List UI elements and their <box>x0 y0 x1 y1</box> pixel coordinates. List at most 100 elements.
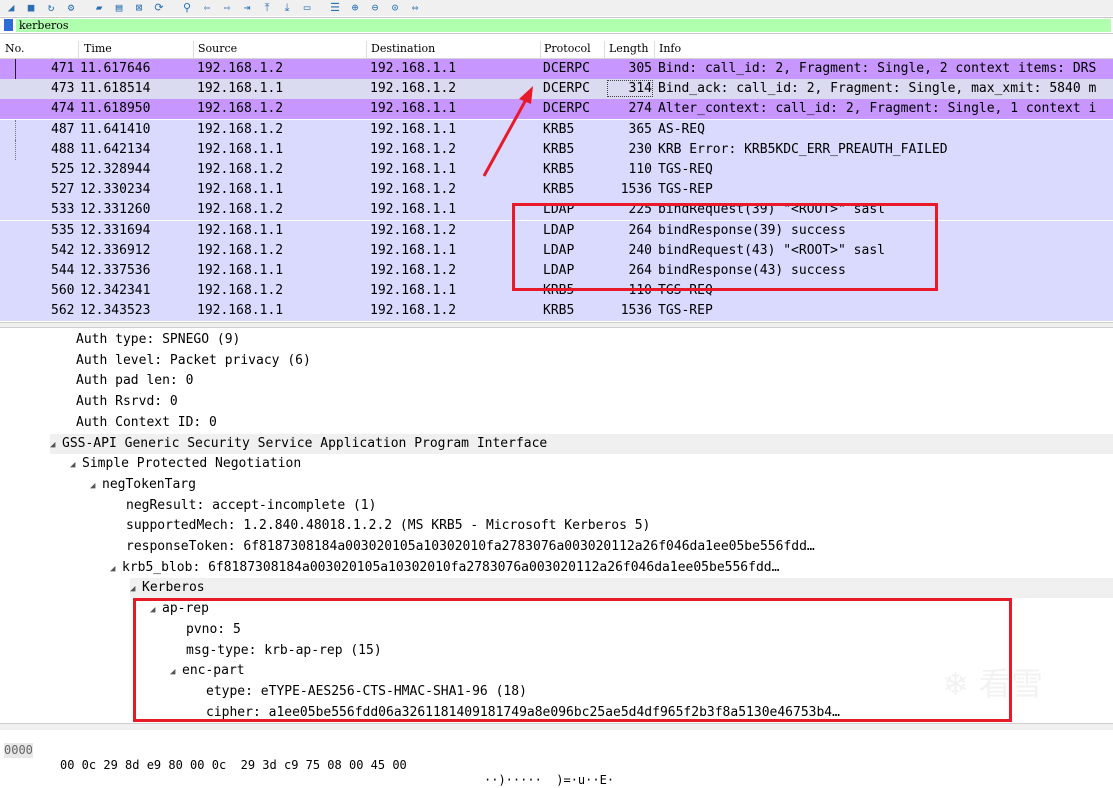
column-header-length[interactable]: Length <box>609 42 648 55</box>
packet-info: TGS-REP <box>658 303 713 319</box>
packet-row[interactable]: 525 12.328944 192.168.1.2 192.168.1.1 KRB5 11… <box>0 160 1113 180</box>
first-icon[interactable]: ⤒ <box>260 1 274 14</box>
packet-destination: 192.168.1.2 <box>370 81 457 97</box>
detail-tree-item[interactable]: responseToken: 6f8187308184a003020105a10… <box>126 537 1113 557</box>
detail-tree-item[interactable]: negResult: accept-incomplete (1) <box>126 496 1113 516</box>
last-icon[interactable]: ⤓ <box>280 1 294 14</box>
packet-destination: 192.168.1.2 <box>370 141 457 157</box>
packet-row[interactable]: 471 11.617646 192.168.1.2 192.168.1.1 DCERPC… <box>0 59 1113 79</box>
restart-icon[interactable]: ↻ <box>44 1 58 14</box>
packet-time: 11.641410 <box>80 121 151 137</box>
open-icon[interactable]: ▰ <box>92 1 106 14</box>
expand-triangle-icon[interactable]: ◢ <box>70 455 82 475</box>
display-filter-input[interactable]: kerberos <box>16 19 1111 32</box>
find-icon[interactable]: ⚲ <box>180 1 194 14</box>
bytes-offset: 0000 <box>4 743 33 758</box>
detail-tree-item[interactable]: Auth type: SPNEGO (9) <box>76 330 1113 350</box>
close-file-icon[interactable]: ⊠ <box>132 1 146 14</box>
snowflake-icon: ❄ <box>942 665 969 703</box>
bytes-ascii[interactable]: ··)····· )=·u··E· <box>484 773 614 788</box>
detail-text: negTokenTarg <box>102 476 196 492</box>
packet-source: 192.168.1.2 <box>197 121 284 137</box>
detail-tree-item[interactable]: ◢ Kerberos <box>130 578 1113 599</box>
bytes-hex[interactable]: 00 0c 29 8d e9 80 00 0c 29 3d c9 75 08 0… <box>60 758 407 773</box>
zoom-in-icon[interactable]: ⊕ <box>348 1 362 14</box>
packet-time: 11.617646 <box>80 61 151 76</box>
packet-source: 192.168.1.1 <box>197 263 284 278</box>
packet-info: TGS-REQ <box>658 162 713 177</box>
expand-triangle-icon[interactable]: ◢ <box>130 579 142 599</box>
detail-tree-item[interactable]: ◢ GSS-API Generic Security Service Applic… <box>50 433 1113 455</box>
column-header-info[interactable]: Info <box>659 42 681 55</box>
zoom-out-icon[interactable]: ⊖ <box>368 1 382 14</box>
stop-icon[interactable]: ■ <box>24 1 38 14</box>
expand-triangle-icon[interactable]: ◢ <box>50 435 62 455</box>
detail-text: Simple Protected Negotiation <box>82 456 302 472</box>
packet-protocol: KRB5 <box>543 141 575 157</box>
related-packet-marker <box>15 119 17 140</box>
packet-source: 192.168.1.2 <box>197 202 284 218</box>
packet-list-header: No. Time Source Destination Protocol Len… <box>0 41 1113 59</box>
detail-tree-item[interactable]: Auth pad len: 0 <box>76 371 1113 391</box>
resize-columns-icon[interactable]: ⇔ <box>408 1 422 14</box>
packet-row[interactable]: 474 11.618950 192.168.1.2 192.168.1.1 DCERPC… <box>0 99 1113 120</box>
packet-row[interactable]: 487 11.641410 192.168.1.2 192.168.1.1 KRB5 36… <box>0 119 1113 140</box>
packet-length: 1536 <box>620 303 652 319</box>
packet-length: 110 <box>628 162 652 177</box>
packet-no: 473 <box>51 81 75 97</box>
packet-destination: 192.168.1.1 <box>370 242 457 258</box>
packet-time: 12.331694 <box>80 222 151 238</box>
packet-destination: 192.168.1.2 <box>370 303 457 319</box>
detail-tree-item[interactable]: Auth Context ID: 0 <box>76 413 1113 433</box>
detail-text: responseToken: 6f8187308184a003020105a10… <box>126 539 815 554</box>
packet-row[interactable]: 488 11.642134 192.168.1.1 192.168.1.2 KRB5 23… <box>0 139 1113 160</box>
packet-time: 12.336912 <box>80 242 151 258</box>
packet-info: Bind: call_id: 2, Fragment: Single, 2 co… <box>658 61 1097 76</box>
colorize-icon[interactable]: ☰ <box>328 1 342 14</box>
packet-no: 471 <box>51 61 75 76</box>
expand-triangle-icon[interactable]: ◢ <box>90 476 102 496</box>
annotation-box-ap-rep <box>133 598 1012 722</box>
column-header-source[interactable]: Source <box>198 42 237 55</box>
packet-row[interactable]: 527 12.330234 192.168.1.1 192.168.1.2 KRB5 15… <box>0 180 1113 201</box>
packet-source: 192.168.1.2 <box>197 162 284 177</box>
packet-length: 305 <box>628 61 652 76</box>
packet-bytes-pane[interactable]: 0000 00 0c 29 8d e9 80 00 0c 29 3d c9 75… <box>0 728 1113 787</box>
column-header-protocol[interactable]: Protocol <box>544 42 591 55</box>
detail-text: Auth pad len: 0 <box>76 373 194 389</box>
zoom-reset-icon[interactable]: ⊙ <box>388 1 402 14</box>
detail-tree-item[interactable]: Auth level: Packet privacy (6) <box>76 351 1113 371</box>
packet-source: 192.168.1.2 <box>197 242 284 258</box>
packet-row[interactable]: 562 12.343523 192.168.1.1 192.168.1.2 KRB5 15… <box>0 301 1113 322</box>
detail-tree-item[interactable]: ◢ negTokenTarg <box>90 475 1113 495</box>
detail-text: Auth type: SPNEGO (9) <box>76 332 241 347</box>
expand-triangle-icon[interactable]: ◢ <box>110 559 122 579</box>
reload-icon[interactable]: ⟳ <box>152 1 166 14</box>
detail-tree-item[interactable]: supportedMech: 1.2.840.48018.1.2.2 (MS K… <box>126 516 1113 536</box>
shark-fin-icon[interactable]: ◢ <box>4 1 18 14</box>
detail-tree-item[interactable]: Auth Rsrvd: 0 <box>76 392 1113 412</box>
column-header-time[interactable]: Time <box>84 42 112 55</box>
forward-icon[interactable]: ⇨ <box>220 1 234 14</box>
packet-destination: 192.168.1.2 <box>370 263 457 278</box>
packet-time: 12.331260 <box>80 202 151 218</box>
detail-tree-item[interactable]: ◢ Simple Protected Negotiation <box>70 454 1113 474</box>
go-to-icon[interactable]: ⇥ <box>240 1 254 14</box>
options-icon[interactable]: ⚙ <box>64 1 78 14</box>
save-icon[interactable]: ▤ <box>112 1 126 14</box>
bookmark-icon[interactable] <box>4 19 13 31</box>
detail-tree-item[interactable]: ◢ krb5_blob: 6f8187308184a003020105a10302… <box>110 558 1113 578</box>
column-header-destination[interactable]: Destination <box>371 42 435 55</box>
packet-time: 12.337536 <box>80 263 151 278</box>
detail-text: GSS-API Generic Security Service Applica… <box>62 435 548 451</box>
packet-row[interactable]: 473 11.618514 192.168.1.1 192.168.1.2 DCERPC… <box>0 79 1113 100</box>
autoscroll-icon[interactable]: ▭ <box>300 1 314 14</box>
packet-source: 192.168.1.1 <box>197 222 284 238</box>
packet-destination: 192.168.1.2 <box>370 182 457 198</box>
back-icon[interactable]: ⇦ <box>200 1 214 14</box>
packet-protocol: DCERPC <box>543 101 590 117</box>
packet-source: 192.168.1.1 <box>197 141 284 157</box>
column-header-no[interactable]: No. <box>5 42 25 55</box>
related-packet-marker <box>15 59 16 79</box>
packet-no: 562 <box>51 303 75 319</box>
